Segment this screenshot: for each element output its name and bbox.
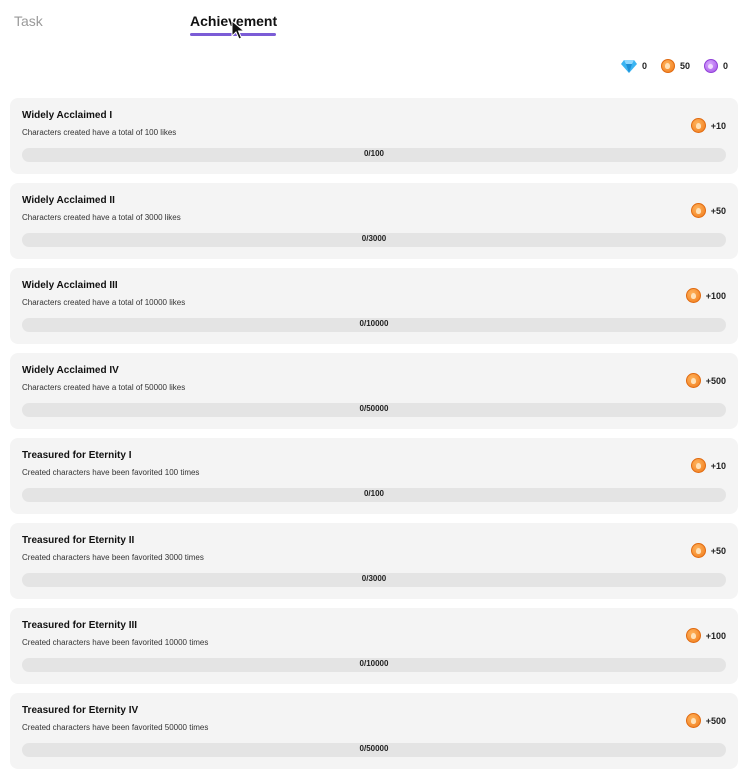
reward-amount: +50 <box>710 545 726 556</box>
achievement-description: Characters created have a total of 100 l… <box>22 128 177 137</box>
achievement-reward: +10 <box>690 118 726 133</box>
achievement-reward: +50 <box>690 203 726 218</box>
progress-text: 0/10000 <box>359 659 389 668</box>
reward-amount: +50 <box>710 205 726 216</box>
orange-coin-icon <box>685 288 701 303</box>
progress-bar: 0/50000 <box>22 743 726 757</box>
orange-coin-icon <box>685 628 701 643</box>
diamond-count: 0 <box>641 61 647 71</box>
achievement-title: Treasured for Eternity IV <box>22 705 139 716</box>
diamond-balance: 0 <box>620 59 647 73</box>
achievement-card: Widely Acclaimed III Characters created h… <box>10 268 738 344</box>
achievement-description: Created characters have been favorited 1… <box>22 468 200 477</box>
achievement-card: Widely Acclaimed IV Characters created ha… <box>10 353 738 429</box>
orange-coin-icon <box>685 713 701 728</box>
purple-coin-icon <box>703 59 718 73</box>
achievement-card: Widely Acclaimed II Characters created ha… <box>10 183 738 259</box>
reward-amount: +500 <box>705 375 726 386</box>
currency-bar: 0 50 0 <box>620 56 728 76</box>
mouse-cursor-icon <box>231 20 245 40</box>
progress-text: 0/100 <box>363 149 385 158</box>
achievement-description: Characters created have a total of 50000… <box>22 383 186 392</box>
achievement-title: Widely Acclaimed I <box>22 110 113 121</box>
achievement-card: Treasured for Eternity III Created charac… <box>10 608 738 684</box>
achievement-description: Characters created have a total of 10000… <box>22 298 186 307</box>
reward-amount: +100 <box>705 630 726 641</box>
achievement-card: Treasured for Eternity II Created charact… <box>10 523 738 599</box>
achievement-card: Treasured for Eternity IV Created charact… <box>10 693 738 769</box>
progress-bar: 0/3000 <box>22 573 726 587</box>
orange-coin-count: 50 <box>679 61 690 71</box>
achievement-reward: +50 <box>690 543 726 558</box>
tab-bar: Task Achievement <box>0 0 750 50</box>
achievement-reward: +100 <box>685 288 726 303</box>
progress-text: 0/100 <box>363 489 385 498</box>
progress-text: 0/50000 <box>359 404 389 413</box>
reward-amount: +10 <box>710 460 726 471</box>
achievement-card: Treasured for Eternity I Created characte… <box>10 438 738 514</box>
achievement-reward: +100 <box>685 628 726 643</box>
reward-amount: +10 <box>710 120 726 131</box>
purple-coin-count: 0 <box>722 61 728 71</box>
achievement-title: Treasured for Eternity II <box>22 535 135 546</box>
progress-text: 0/3000 <box>361 234 387 243</box>
orange-coin-icon <box>690 118 706 133</box>
orange-coin-icon <box>690 543 706 558</box>
progress-bar: 0/100 <box>22 488 726 502</box>
progress-bar: 0/10000 <box>22 658 726 672</box>
orange-coin-icon <box>690 458 706 473</box>
achievement-description: Created characters have been favorited 3… <box>22 553 204 562</box>
progress-bar: 0/3000 <box>22 233 726 247</box>
reward-amount: +500 <box>705 715 726 726</box>
orange-coin-icon <box>660 59 675 73</box>
progress-text: 0/50000 <box>359 744 389 753</box>
achievement-description: Characters created have a total of 3000 … <box>22 213 181 222</box>
progress-text: 0/10000 <box>359 319 389 328</box>
achievement-title: Treasured for Eternity III <box>22 620 138 631</box>
diamond-icon <box>620 60 637 73</box>
progress-bar: 0/100 <box>22 148 726 162</box>
achievement-title: Treasured for Eternity I <box>22 450 132 461</box>
achievement-title: Widely Acclaimed IV <box>22 365 119 376</box>
achievement-title: Widely Acclaimed III <box>22 280 118 291</box>
reward-amount: +100 <box>705 290 726 301</box>
achievement-reward: +500 <box>685 373 726 388</box>
orange-coin-icon <box>685 373 701 388</box>
achievement-reward: +10 <box>690 458 726 473</box>
achievement-description: Created characters have been favorited 1… <box>22 638 209 647</box>
achievement-title: Widely Acclaimed II <box>22 195 115 206</box>
progress-bar: 0/10000 <box>22 318 726 332</box>
progress-text: 0/3000 <box>361 574 387 583</box>
orange-coin-balance: 50 <box>660 59 690 73</box>
tab-task[interactable]: Task <box>14 13 43 29</box>
orange-coin-icon <box>690 203 706 218</box>
achievement-description: Created characters have been favorited 5… <box>22 723 209 732</box>
purple-coin-balance: 0 <box>703 59 728 73</box>
achievement-reward: +500 <box>685 713 726 728</box>
achievement-list: Widely Acclaimed I Characters created hav… <box>10 98 738 770</box>
progress-bar: 0/50000 <box>22 403 726 417</box>
achievement-card: Widely Acclaimed I Characters created hav… <box>10 98 738 174</box>
